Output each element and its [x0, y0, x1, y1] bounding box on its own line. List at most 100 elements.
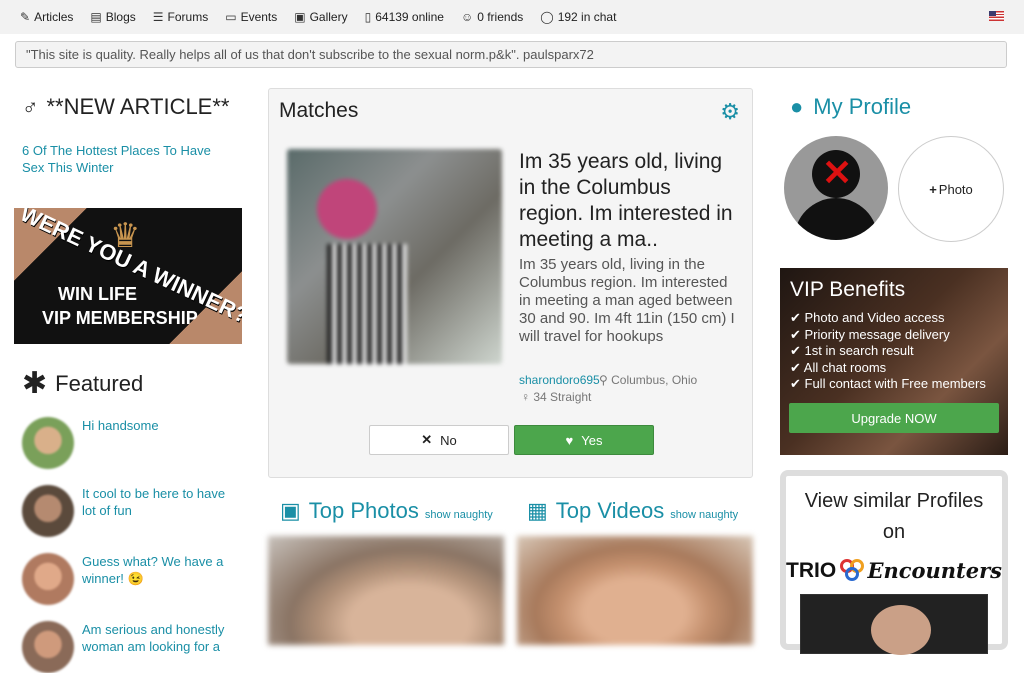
top-photo-thumbnail[interactable] [268, 536, 504, 645]
top-videos-title[interactable]: Top Videos [556, 498, 664, 524]
close-icon: ✕ [421, 432, 433, 447]
my-profile-heading: ● My Profile [790, 94, 1008, 120]
match-headline[interactable]: Im 35 years old, living in the Columbus … [519, 149, 739, 253]
similar-line2: on [882, 521, 906, 543]
top-photos-heading: ▣ Top Photos show naughty [280, 498, 493, 524]
featured-item[interactable]: It cool to be here to have lot of fun [22, 485, 244, 537]
featured-text[interactable]: Am serious and honestly woman am looking… [82, 621, 242, 673]
featured-heading: ✱ Featured [22, 366, 244, 401]
nav-gallery[interactable]: ▣ Gallery [294, 10, 347, 24]
banner-line3: VIP MEMBERSHIP [42, 308, 198, 328]
no-label: No [440, 432, 457, 448]
vip-benefit-text: Photo and Video access [804, 310, 945, 325]
similar-profile-image[interactable] [800, 594, 988, 655]
avatar-body [794, 198, 878, 240]
check-icon: ✔ [790, 326, 805, 342]
match-location-text: Columbus, Ohio [611, 373, 698, 387]
nav-forums[interactable]: ☰ Forums [153, 10, 208, 24]
vip-benefit-text: 1st in search result [804, 343, 914, 358]
new-article-title: **NEW ARTICLE** [46, 94, 230, 119]
nav-friends[interactable]: ☺ 0 friends [461, 10, 523, 24]
nav-blogs[interactable]: ▤ Blogs [90, 10, 135, 24]
users-icon: ☺ [460, 10, 474, 24]
map-pin-icon: ⚲ [599, 373, 612, 387]
new-article-heading: ♂ **NEW ARTICLE** [22, 94, 244, 120]
avatar[interactable] [22, 553, 74, 605]
article-link[interactable]: 6 Of The Hottest Places To Have Sex This… [22, 142, 232, 176]
similar-line1: View similar Profiles [804, 490, 984, 512]
add-photo-button[interactable]: + Photo [898, 136, 1004, 242]
images-icon: ▣ [294, 10, 306, 24]
male-symbol-icon: ♂ [22, 94, 39, 119]
vip-benefit-text: Priority message delivery [804, 326, 950, 342]
pencil-icon: ✎ [20, 10, 31, 24]
trio-encounters-logo[interactable]: TRIO Encounters [786, 558, 1002, 583]
nav-label: Articles [34, 10, 74, 24]
match-photo[interactable] [287, 149, 502, 364]
similar-profiles-box[interactable]: View similar Profiles on TRIO Encounters [780, 470, 1008, 655]
chat-icon: ◯ [540, 10, 554, 24]
vip-benefit-text: Full contact with Free members [804, 376, 986, 391]
upgrade-button[interactable]: Upgrade NOW [789, 403, 999, 433]
left-column: ♂ **NEW ARTICLE** 6 Of The Hottest Places… [14, 90, 244, 673]
us-flag-icon[interactable] [989, 11, 1004, 21]
logo-brand2: Encounters [867, 558, 1002, 583]
no-button[interactable]: ✕ No [369, 425, 509, 455]
nav-events[interactable]: ▭ Events [225, 10, 277, 24]
check-icon: ✔ [790, 310, 805, 325]
yes-label: Yes [581, 432, 603, 448]
right-column: ● My Profile ✕ + Photo VIP Benefits ✔ Phot… [780, 90, 1008, 655]
featured-text[interactable]: Guess what? We have a winner! 😉 [82, 553, 242, 605]
nav-label: Forums [167, 10, 209, 24]
featured-item[interactable]: Hi handsome [22, 417, 244, 469]
featured-item[interactable]: Guess what? We have a winner! 😉 [22, 553, 244, 605]
my-profile-title[interactable]: My Profile [813, 94, 911, 120]
nav-articles[interactable]: ✎ Articles [20, 10, 73, 24]
top-photos-link[interactable]: show naughty [425, 509, 493, 521]
vip-benefit: ✔ Priority message delivery [790, 327, 998, 344]
top-video-thumbnail[interactable] [517, 536, 753, 645]
banner-line2: WIN LIFE [58, 284, 137, 304]
person-icon: ♀ [521, 390, 534, 404]
profile-avatar[interactable]: ✕ [784, 136, 888, 240]
nav-chat[interactable]: ◯ 192 in chat [540, 10, 616, 24]
gear-icon[interactable]: ⚙ [720, 99, 740, 125]
check-icon: ✔ [790, 376, 805, 391]
match-age: ♀ 34 Straight [521, 390, 591, 404]
top-videos-link[interactable]: show naughty [670, 509, 738, 521]
match-description: Im 35 years old, living in the Columbus … [519, 256, 735, 345]
yes-button[interactable]: ♥ Yes [514, 425, 654, 455]
avatar[interactable] [22, 621, 74, 673]
vip-benefits-panel: VIP Benefits ✔ Photo and Video access ✔ … [780, 268, 1008, 455]
nav-online[interactable]: ▯ 64139 online [365, 10, 444, 24]
nav-label: Gallery [309, 10, 348, 24]
nav-label: Blogs [105, 10, 136, 24]
match-username[interactable]: sharondoro695 [519, 373, 600, 387]
nav-label: Events [240, 10, 278, 24]
matches-panel: Matches ⚙ Im 35 years old, living in the… [268, 88, 753, 478]
vip-winner-banner[interactable]: ♛ WERE YOU A WINNER? WIN LIFE VIP MEMBER… [14, 208, 242, 344]
nav-label: 192 in chat [557, 10, 617, 24]
featured-text[interactable]: It cool to be here to have lot of fun [82, 485, 242, 537]
vip-benefit: ✔ 1st in search result [790, 343, 998, 360]
user-icon: ● [790, 94, 804, 119]
add-photo-label: Photo [938, 181, 973, 197]
avatar[interactable] [22, 485, 74, 537]
top-photos-title[interactable]: Top Photos [309, 498, 419, 524]
plus-icon: + [929, 181, 937, 197]
testimonial-quote: "This site is quality. Really helps all … [15, 41, 1007, 68]
top-videos-heading: ▦ Top Videos show naughty [527, 498, 738, 524]
check-icon: ✔ [790, 359, 804, 375]
phone-icon: ▯ [364, 10, 372, 24]
rings-icon [840, 558, 865, 583]
asterisk-icon: ✱ [22, 367, 48, 400]
nav-label: 0 friends [477, 10, 524, 24]
featured-text[interactable]: Hi handsome [82, 417, 242, 469]
matches-title: Matches [279, 99, 359, 122]
images-icon: ▣ [280, 498, 301, 523]
vip-benefit: ✔ Photo and Video access [790, 310, 998, 327]
book-icon: ▤ [90, 10, 102, 24]
featured-item[interactable]: Am serious and honestly woman am looking… [22, 621, 244, 673]
avatar[interactable] [22, 417, 74, 469]
check-icon: ✔ [790, 343, 805, 358]
